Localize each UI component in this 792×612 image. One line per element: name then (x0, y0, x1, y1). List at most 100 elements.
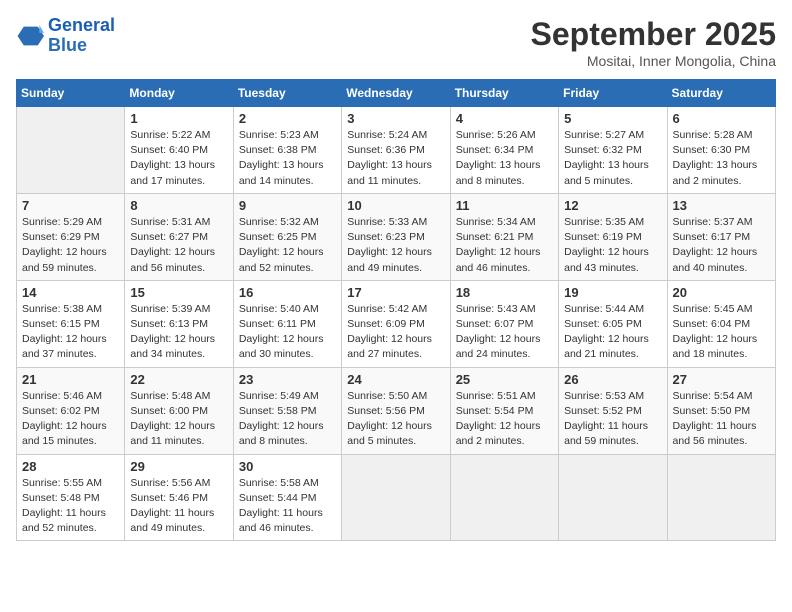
calendar-cell: 13 Sunrise: 5:37 AMSunset: 6:17 PMDayligh… (667, 193, 775, 280)
day-number: 23 (239, 372, 336, 387)
calendar-cell: 15Sunrise: 5:39 AMSunset: 6:13 PMDayligh… (125, 280, 233, 367)
logo: General Blue (16, 16, 115, 56)
weekday-header-wednesday: Wednesday (342, 80, 450, 107)
day-info: Sunrise: 5:45 AMSunset: 6:04 PMDaylight:… (673, 302, 770, 363)
calendar-cell: 28 Sunrise: 5:55 AMSunset: 5:48 PMDayligh… (17, 454, 125, 541)
day-number: 25 (456, 372, 553, 387)
calendar-cell (667, 454, 775, 541)
calendar-cell: 14 Sunrise: 5:38 AMSunset: 6:15 PMDayligh… (17, 280, 125, 367)
day-number: 24 (347, 372, 444, 387)
calendar-cell: 2Sunrise: 5:23 AMSunset: 6:38 PMDaylight… (233, 107, 341, 194)
day-info: Sunrise: 5:32 AMSunset: 6:25 PMDaylight:… (239, 215, 336, 276)
calendar-cell (450, 454, 558, 541)
day-info: Sunrise: 5:46 AMSunset: 6:02 PMDaylight:… (22, 389, 119, 450)
day-number: 1 (130, 111, 227, 126)
day-number: 6 (673, 111, 770, 126)
calendar-cell: 23 Sunrise: 5:49 AMSunset: 5:58 PMDayligh… (233, 367, 341, 454)
calendar-cell: 21 Sunrise: 5:46 AMSunset: 6:02 PMDayligh… (17, 367, 125, 454)
day-number: 13 (673, 198, 770, 213)
day-number: 12 (564, 198, 661, 213)
day-info: Sunrise: 5:22 AMSunset: 6:40 PMDaylight:… (130, 128, 227, 189)
day-number: 5 (564, 111, 661, 126)
weekday-header-sunday: Sunday (17, 80, 125, 107)
day-number: 18 (456, 285, 553, 300)
day-info: Sunrise: 5:24 AMSunset: 6:36 PMDaylight:… (347, 128, 444, 189)
weekday-header-thursday: Thursday (450, 80, 558, 107)
day-info: Sunrise: 5:40 AMSunset: 6:11 PMDaylight:… (239, 302, 336, 363)
calendar-cell: 25 Sunrise: 5:51 AMSunset: 5:54 PMDayligh… (450, 367, 558, 454)
weekday-header-saturday: Saturday (667, 80, 775, 107)
day-info: Sunrise: 5:50 AMSunset: 5:56 PMDaylight:… (347, 389, 444, 450)
day-number: 29 (130, 459, 227, 474)
day-info: Sunrise: 5:23 AMSunset: 6:38 PMDaylight:… (239, 128, 336, 189)
day-number: 3 (347, 111, 444, 126)
day-info: Sunrise: 5:51 AMSunset: 5:54 PMDaylight:… (456, 389, 553, 450)
weekday-header-friday: Friday (559, 80, 667, 107)
day-info: Sunrise: 5:34 AMSunset: 6:21 PMDaylight:… (456, 215, 553, 276)
day-info: Sunrise: 5:58 AMSunset: 5:44 PMDaylight:… (239, 476, 336, 537)
calendar-cell: 30 Sunrise: 5:58 AMSunset: 5:44 PMDayligh… (233, 454, 341, 541)
calendar-cell (17, 107, 125, 194)
calendar-cell: 10 Sunrise: 5:33 AMSunset: 6:23 PMDayligh… (342, 193, 450, 280)
weekday-header-tuesday: Tuesday (233, 80, 341, 107)
calendar-cell: 11 Sunrise: 5:34 AMSunset: 6:21 PMDayligh… (450, 193, 558, 280)
calendar-cell: 6 Sunrise: 5:28 AMSunset: 6:30 PMDaylight… (667, 107, 775, 194)
day-number: 14 (22, 285, 119, 300)
day-number: 21 (22, 372, 119, 387)
week-row-2: 7Sunrise: 5:29 AMSunset: 6:29 PMDaylight… (17, 193, 776, 280)
day-number: 19 (564, 285, 661, 300)
day-number: 11 (456, 198, 553, 213)
calendar-cell: 18 Sunrise: 5:43 AMSunset: 6:07 PMDayligh… (450, 280, 558, 367)
calendar-cell: 17Sunrise: 5:42 AMSunset: 6:09 PMDayligh… (342, 280, 450, 367)
title-block: September 2025 Mositai, Inner Mongolia, … (531, 16, 776, 69)
day-info: Sunrise: 5:54 AMSunset: 5:50 PMDaylight:… (673, 389, 770, 450)
calendar-cell: 29 Sunrise: 5:56 AMSunset: 5:46 PMDayligh… (125, 454, 233, 541)
logo-line1: General (48, 15, 115, 35)
calendar-cell: 26 Sunrise: 5:53 AMSunset: 5:52 PMDayligh… (559, 367, 667, 454)
day-info: Sunrise: 5:53 AMSunset: 5:52 PMDaylight:… (564, 389, 661, 450)
day-info: Sunrise: 5:49 AMSunset: 5:58 PMDaylight:… (239, 389, 336, 450)
day-info: Sunrise: 5:43 AMSunset: 6:07 PMDaylight:… (456, 302, 553, 363)
day-number: 17 (347, 285, 444, 300)
day-number: 28 (22, 459, 119, 474)
day-info: Sunrise: 5:37 AMSunset: 6:17 PMDaylight:… (673, 215, 770, 276)
calendar-cell: 12 Sunrise: 5:35 AMSunset: 6:19 PMDayligh… (559, 193, 667, 280)
day-info: Sunrise: 5:33 AMSunset: 6:23 PMDaylight:… (347, 215, 444, 276)
logo-icon (16, 22, 44, 50)
day-number: 22 (130, 372, 227, 387)
calendar-cell: 3 Sunrise: 5:24 AMSunset: 6:36 PMDaylight… (342, 107, 450, 194)
calendar-cell: 19Sunrise: 5:44 AMSunset: 6:05 PMDayligh… (559, 280, 667, 367)
day-info: Sunrise: 5:56 AMSunset: 5:46 PMDaylight:… (130, 476, 227, 537)
day-number: 4 (456, 111, 553, 126)
week-row-5: 28 Sunrise: 5:55 AMSunset: 5:48 PMDayligh… (17, 454, 776, 541)
day-number: 15 (130, 285, 227, 300)
calendar-cell: 16 Sunrise: 5:40 AMSunset: 6:11 PMDayligh… (233, 280, 341, 367)
day-info: Sunrise: 5:28 AMSunset: 6:30 PMDaylight:… (673, 128, 770, 189)
week-row-1: 1 Sunrise: 5:22 AMSunset: 6:40 PMDaylight… (17, 107, 776, 194)
day-number: 16 (239, 285, 336, 300)
location: Mositai, Inner Mongolia, China (531, 53, 776, 69)
day-number: 8 (130, 198, 227, 213)
day-number: 30 (239, 459, 336, 474)
day-info: Sunrise: 5:31 AMSunset: 6:27 PMDaylight:… (130, 215, 227, 276)
logo-line2: Blue (48, 36, 115, 56)
calendar-table: SundayMondayTuesdayWednesdayThursdayFrid… (16, 79, 776, 541)
day-number: 26 (564, 372, 661, 387)
day-info: Sunrise: 5:29 AMSunset: 6:29 PMDaylight:… (22, 215, 119, 276)
day-number: 9 (239, 198, 336, 213)
month-title: September 2025 (531, 16, 776, 53)
day-info: Sunrise: 5:27 AMSunset: 6:32 PMDaylight:… (564, 128, 661, 189)
day-info: Sunrise: 5:48 AMSunset: 6:00 PMDaylight:… (130, 389, 227, 450)
day-number: 10 (347, 198, 444, 213)
day-info: Sunrise: 5:35 AMSunset: 6:19 PMDaylight:… (564, 215, 661, 276)
calendar-cell (342, 454, 450, 541)
calendar-cell: 22 Sunrise: 5:48 AMSunset: 6:00 PMDayligh… (125, 367, 233, 454)
week-row-3: 14 Sunrise: 5:38 AMSunset: 6:15 PMDayligh… (17, 280, 776, 367)
day-info: Sunrise: 5:38 AMSunset: 6:15 PMDaylight:… (22, 302, 119, 363)
page-header: General Blue September 2025 Mositai, Inn… (16, 16, 776, 69)
calendar-cell: 9 Sunrise: 5:32 AMSunset: 6:25 PMDaylight… (233, 193, 341, 280)
calendar-cell: 1 Sunrise: 5:22 AMSunset: 6:40 PMDaylight… (125, 107, 233, 194)
day-info: Sunrise: 5:26 AMSunset: 6:34 PMDaylight:… (456, 128, 553, 189)
logo-text: General Blue (48, 16, 115, 56)
day-info: Sunrise: 5:55 AMSunset: 5:48 PMDaylight:… (22, 476, 119, 537)
